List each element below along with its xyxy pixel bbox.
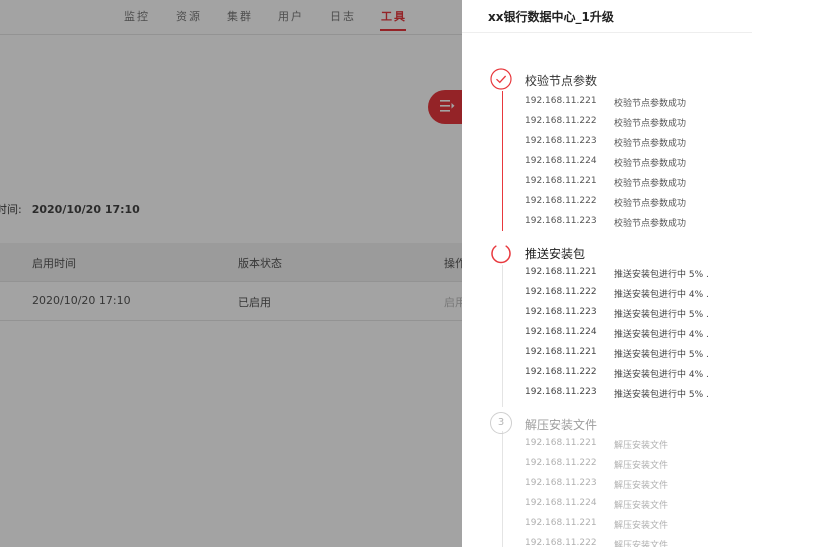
log-ip: 192.168.11.221: [525, 176, 597, 186]
log-message: 解压安装文件: [614, 461, 669, 471]
log-message: 校验节点参数成功: [614, 179, 687, 189]
background-app: 监控 资源 集群 用户 日志 工具 时间: 2020/10/20 17:10 启用…: [0, 0, 462, 547]
step-3-title: 解压安装文件: [525, 418, 598, 432]
log-ip: 192.168.11.221: [525, 96, 597, 106]
log-message: 校验节点参数成功: [614, 99, 687, 109]
menu-list-icon: [439, 98, 455, 117]
log-message: 解压安装文件: [614, 541, 669, 547]
col-header-enable-time: 启用时间: [32, 257, 76, 270]
log-ip: 192.168.11.222: [525, 116, 597, 126]
nav-item-tools[interactable]: 工具: [381, 8, 407, 24]
nav-item-monitor[interactable]: 监控: [124, 8, 150, 24]
log-message: 解压安装文件: [614, 521, 669, 531]
log-ip: 192.168.11.223: [525, 307, 597, 317]
table-header: 启用时间 版本状态 操作: [0, 243, 462, 282]
row-action-enable-link[interactable]: 启用: [444, 294, 462, 310]
log-ip: 192.168.11.222: [525, 196, 597, 206]
enable-time-line: 时间: 2020/10/20 17:10: [0, 201, 140, 217]
nav-item-resources[interactable]: 资源: [176, 8, 202, 24]
log-message: 推送安装包进行中 4% .: [614, 370, 709, 380]
log-ip: 192.168.11.221: [525, 438, 597, 448]
log-message: 推送安装包进行中 5% .: [614, 270, 709, 280]
top-nav: 监控 资源 集群 用户 日志 工具: [0, 0, 462, 34]
log-ip: 192.168.11.223: [525, 136, 597, 146]
log-ip: 192.168.11.223: [525, 216, 597, 226]
log-message: 推送安装包进行中 5% .: [614, 310, 709, 320]
log-message: 校验节点参数成功: [614, 199, 687, 209]
drawer-header: xx银行数据中心_1升级: [462, 0, 752, 33]
drawer-toggle-button[interactable]: [428, 90, 462, 124]
enable-time-label: 时间:: [0, 203, 22, 216]
log-message: 推送安装包进行中 4% .: [614, 290, 709, 300]
log-ip: 192.168.11.222: [525, 538, 597, 547]
log-ip: 192.168.11.221: [525, 267, 597, 277]
log-message: 校验节点参数成功: [614, 119, 687, 129]
log-message: 解压安装文件: [614, 501, 669, 511]
row-enable-time: 2020/10/20 17:10: [32, 294, 131, 307]
log-message: 校验节点参数成功: [614, 139, 687, 149]
col-header-actions: 操作: [444, 257, 462, 270]
step-2-loading-icon: [490, 242, 512, 264]
nav-divider: [0, 34, 462, 35]
log-message: 推送安装包进行中 5% .: [614, 390, 709, 400]
log-ip: 192.168.11.221: [525, 347, 597, 357]
step-1-check-icon: [490, 68, 512, 90]
timeline-connector-pending: [502, 431, 503, 547]
step-1-title: 校验节点参数: [525, 74, 598, 88]
log-message: 推送安装包进行中 4% .: [614, 330, 709, 340]
upgrade-progress-drawer: xx银行数据中心_1升级 校验节点参数 192.168.11.221 校验节点参数…: [462, 0, 752, 547]
step-3-number-badge: 3: [490, 412, 512, 434]
log-message: 推送安装包进行中 5% .: [614, 350, 709, 360]
step-2-title: 推送安装包: [525, 247, 586, 261]
log-ip: 192.168.11.224: [525, 327, 597, 337]
log-ip: 192.168.11.222: [525, 287, 597, 297]
timeline-connector-done: [502, 91, 503, 231]
log-ip: 192.168.11.222: [525, 458, 597, 468]
nav-item-users[interactable]: 用户: [278, 8, 304, 24]
log-message: 校验节点参数成功: [614, 219, 687, 229]
timeline-connector-active: [502, 265, 503, 407]
log-message: 解压安装文件: [614, 441, 669, 451]
table-row: 2020/10/20 17:10 已启用 启用: [0, 282, 462, 321]
log-ip: 192.168.11.223: [525, 478, 597, 488]
nav-active-indicator: [380, 29, 406, 31]
col-header-version-status: 版本状态: [238, 257, 282, 270]
log-ip: 192.168.11.222: [525, 367, 597, 377]
log-ip: 192.168.11.224: [525, 156, 597, 166]
log-ip: 192.168.11.221: [525, 518, 597, 528]
log-message: 校验节点参数成功: [614, 159, 687, 169]
drawer-title: xx银行数据中心_1升级: [488, 10, 614, 24]
enable-time-value: 2020/10/20 17:10: [31, 203, 140, 216]
log-message: 解压安装文件: [614, 481, 669, 491]
log-ip: 192.168.11.223: [525, 387, 597, 397]
row-version-status: 已启用: [238, 296, 271, 309]
nav-item-cluster[interactable]: 集群: [227, 8, 253, 24]
log-ip: 192.168.11.224: [525, 498, 597, 508]
nav-item-logs[interactable]: 日志: [330, 8, 356, 24]
